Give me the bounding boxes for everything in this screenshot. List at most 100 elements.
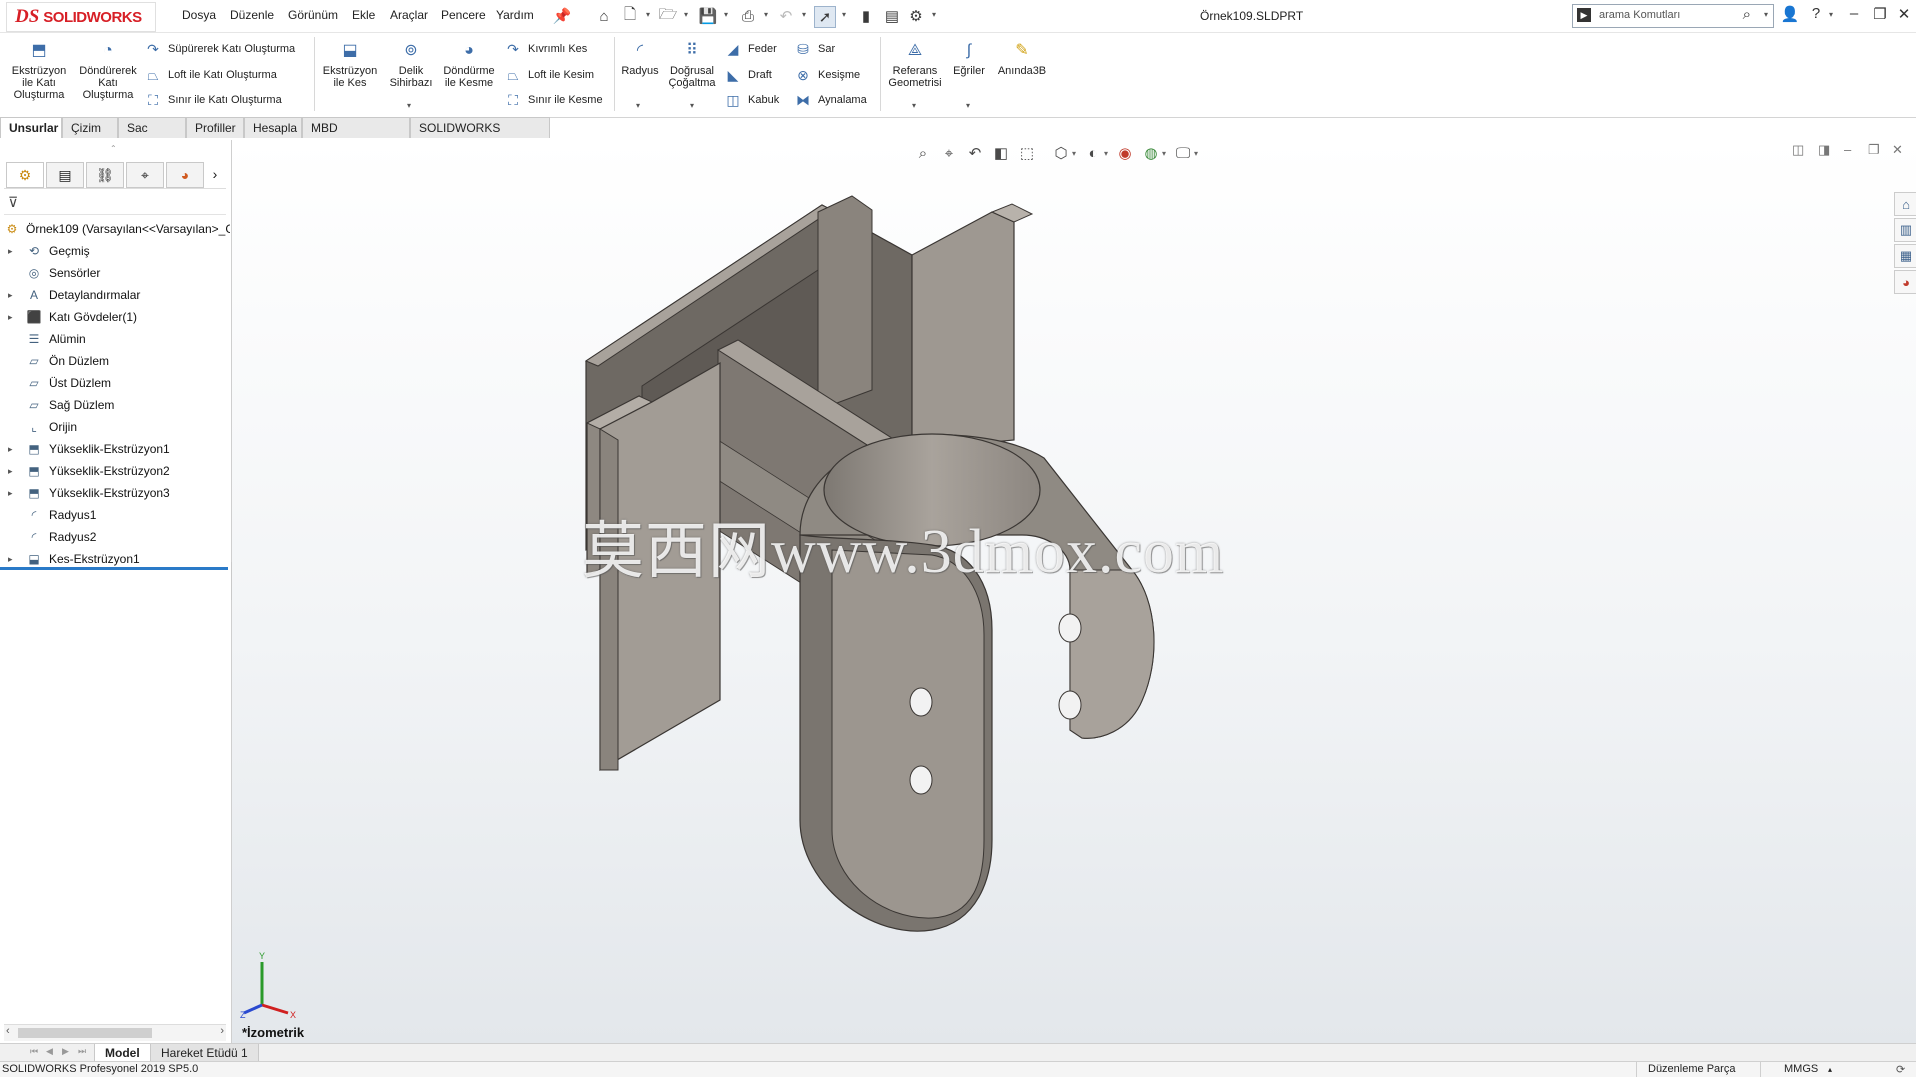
scroll-thumb[interactable] bbox=[18, 1028, 152, 1038]
tab-weldments[interactable]: Profiller bbox=[186, 117, 244, 138]
tree-item[interactable]: ▸ ⬒ Yükseklik-Ekstrüzyon3 bbox=[0, 482, 230, 504]
expand-arrow-icon[interactable]: ▸ bbox=[8, 240, 13, 262]
open-dropdown-icon[interactable]: ▾ bbox=[684, 10, 688, 19]
user-account-icon[interactable]: 👤 bbox=[1780, 5, 1800, 23]
tab-features[interactable]: Unsurlar bbox=[0, 117, 62, 138]
open-folder-icon[interactable]: 🗁 bbox=[658, 6, 678, 26]
search-icon[interactable]: ⌕ bbox=[1743, 6, 1751, 23]
tree-item[interactable]: ▸ ⬒ Yükseklik-Ekstrüzyon1 bbox=[0, 438, 230, 460]
reference-geometry-button[interactable]: ⟁ Referans Geometrisi bbox=[884, 37, 946, 90]
wrap-button[interactable]: ⛁ Sar bbox=[794, 39, 835, 59]
dimxpert-manager-tab-icon[interactable]: ⌖ bbox=[126, 162, 164, 188]
pin-icon[interactable]: 📌 bbox=[552, 6, 572, 26]
rebuild-icon[interactable]: ⟳ bbox=[1896, 1063, 1905, 1076]
print-dropdown-icon[interactable]: ▾ bbox=[764, 10, 768, 19]
swept-boss-button[interactable]: ↷ Süpürerek Katı Oluşturma bbox=[144, 39, 295, 59]
rib-button[interactable]: ◢ Feder bbox=[724, 39, 777, 59]
graphics-area[interactable]: ⌕ ⌖ ↶ ◧ ⬚ ⬡ ▾ ◐ ▾ ◉ ◍ ▾ 🖵 ▾ ◫ ◨ – ❐ ✕ ⌂ … bbox=[232, 140, 1916, 1043]
traffic-light-icon[interactable]: ▮ bbox=[856, 6, 876, 26]
search-commands-field[interactable]: ▶ arama Komutları ⌕ ▾ bbox=[1572, 4, 1774, 28]
tree-item[interactable]: ◜ Radyus2 bbox=[0, 526, 230, 548]
tree-item[interactable]: ▱ Sağ Düzlem bbox=[0, 394, 230, 416]
revolve-boss-button[interactable]: ◔ Döndürerek Katı Oluşturma bbox=[74, 37, 142, 102]
options-gear-icon[interactable]: ⚙ bbox=[906, 6, 926, 26]
solidworks-logo[interactable]: DS SOLIDWORKS bbox=[6, 2, 156, 32]
expand-arrow-icon[interactable]: ▸ bbox=[8, 482, 13, 504]
save-icon[interactable]: 💾 bbox=[698, 6, 718, 26]
tree-item[interactable]: ◜ Radyus1 bbox=[0, 504, 230, 526]
fillet-dropdown-icon[interactable]: ▾ bbox=[636, 101, 640, 110]
linear-pattern-dropdown-icon[interactable]: ▾ bbox=[690, 101, 694, 110]
new-dropdown-icon[interactable]: ▾ bbox=[646, 10, 650, 19]
rollback-bar[interactable] bbox=[0, 567, 228, 570]
tab-evaluate[interactable]: Hesapla bbox=[244, 117, 302, 138]
revolve-cut-button[interactable]: ◕ Döndürme ile Kesme bbox=[440, 37, 498, 90]
home-icon[interactable]: ⌂ bbox=[594, 6, 614, 26]
extrude-boss-button[interactable]: ⬒ Ekstrüzyon ile Katı Oluşturma bbox=[6, 37, 72, 102]
tab-sketch[interactable]: Çizim bbox=[62, 117, 118, 138]
units-dropdown-icon[interactable]: ▴ bbox=[1828, 1065, 1832, 1074]
tree-item[interactable]: ▸ ⟲ Geçmiş bbox=[0, 240, 230, 262]
loft-cut-button[interactable]: ⏢ Loft ile Kesim bbox=[504, 65, 594, 85]
menu-help[interactable]: Yardım bbox=[496, 8, 534, 22]
curves-button[interactable]: ∫ Eğriler bbox=[948, 37, 990, 78]
configuration-manager-tab-icon[interactable]: ⛓ bbox=[86, 162, 124, 188]
options-dropdown-icon[interactable]: ▾ bbox=[932, 10, 936, 19]
swept-cut-button[interactable]: ↷ Kıvrımlı Kes bbox=[504, 39, 587, 59]
feature-manager-tab-icon[interactable]: ⚙ bbox=[6, 162, 44, 188]
close-icon[interactable]: ✕ bbox=[1894, 5, 1914, 23]
expand-arrow-icon[interactable]: ▸ bbox=[8, 460, 13, 482]
display-manager-tab-icon[interactable]: ◕ bbox=[166, 162, 204, 188]
tree-item[interactable]: ◎ Sensörler bbox=[0, 262, 230, 284]
print-icon[interactable]: ⎙ bbox=[738, 6, 758, 26]
scroll-right-arrow-icon[interactable]: › bbox=[220, 1025, 224, 1037]
filter-icon[interactable]: ⊽ bbox=[8, 194, 18, 211]
draft-button[interactable]: ◣ Draft bbox=[724, 65, 772, 85]
menu-edit[interactable]: Düzenle bbox=[230, 8, 274, 22]
menu-file[interactable]: Dosya bbox=[182, 8, 216, 22]
previous-tab-arrow-icon[interactable]: ◀ bbox=[46, 1046, 53, 1057]
help-dropdown-icon[interactable]: ▾ bbox=[1829, 10, 1833, 19]
panel-horizontal-scrollbar[interactable]: ‹ › bbox=[4, 1024, 226, 1041]
tab-sheet-metal[interactable]: Sac Levha bbox=[118, 117, 186, 156]
select-cursor-icon[interactable]: ➚ bbox=[814, 6, 836, 28]
scroll-left-arrow-icon[interactable]: ‹ bbox=[6, 1025, 10, 1037]
tab-mbd-dimensions[interactable]: MBD Dimensions bbox=[302, 117, 410, 156]
loft-boss-button[interactable]: ⏢ Loft ile Katı Oluşturma bbox=[144, 65, 276, 85]
extrude-cut-button[interactable]: ⬓ Ekstrüzyon ile Kes bbox=[318, 37, 382, 90]
property-manager-tab-icon[interactable]: ▤ bbox=[46, 162, 84, 188]
more-tabs-chevron-icon[interactable]: › bbox=[206, 162, 224, 186]
new-document-icon[interactable]: 🗋 bbox=[620, 6, 640, 26]
undo-icon[interactable]: ↶ bbox=[776, 6, 796, 26]
intersect-button[interactable]: ⊗ Kesişme bbox=[794, 65, 860, 85]
expand-arrow-icon[interactable]: ▸ bbox=[8, 306, 13, 328]
reference-geometry-dropdown-icon[interactable]: ▾ bbox=[912, 101, 916, 110]
boundary-cut-button[interactable]: ⛶ Sınır ile Kesme bbox=[504, 90, 603, 110]
curves-dropdown-icon[interactable]: ▾ bbox=[966, 101, 970, 110]
minimize-icon[interactable]: – bbox=[1844, 5, 1864, 22]
instant3d-button[interactable]: ✎ Anında3B bbox=[994, 37, 1050, 78]
tree-item[interactable]: ▸ ⬛ Katı Gövdeler(1) bbox=[0, 306, 230, 328]
fillet-button[interactable]: ◜ Radyus bbox=[618, 37, 662, 78]
part-model-viewport[interactable] bbox=[232, 140, 1916, 1043]
mirror-button[interactable]: ⧓ Aynalama bbox=[794, 90, 867, 110]
file-properties-icon[interactable]: ▤ bbox=[882, 6, 902, 26]
tree-item[interactable]: ▸ ⬒ Yükseklik-Ekstrüzyon2 bbox=[0, 460, 230, 482]
search-dropdown-icon[interactable]: ▾ bbox=[1764, 10, 1768, 19]
tree-item[interactable]: ▱ Ön Düzlem bbox=[0, 350, 230, 372]
tab-solidworks-addins[interactable]: SOLIDWORKS Eklentileri bbox=[410, 117, 550, 156]
help-icon[interactable]: ? bbox=[1806, 5, 1826, 22]
save-dropdown-icon[interactable]: ▾ bbox=[724, 10, 728, 19]
units-selector[interactable]: MMGS bbox=[1784, 1063, 1818, 1075]
boundary-boss-button[interactable]: ⛶ Sınır ile Katı Oluşturma bbox=[144, 90, 282, 110]
select-dropdown-icon[interactable]: ▾ bbox=[842, 10, 846, 19]
undo-dropdown-icon[interactable]: ▾ bbox=[802, 10, 806, 19]
hole-wizard-button[interactable]: ⊚ Delik Sihirbazı bbox=[384, 37, 438, 90]
first-tab-arrow-icon[interactable]: ⏮ bbox=[30, 1046, 38, 1057]
expand-arrow-icon[interactable]: ▸ bbox=[8, 438, 13, 460]
last-tab-arrow-icon[interactable]: ⏭ bbox=[78, 1046, 86, 1057]
menu-window[interactable]: Pencere bbox=[441, 8, 486, 22]
tree-root-part[interactable]: ⚙ Örnek109 (Varsayılan<<Varsayılan>_G bbox=[0, 218, 230, 240]
hole-wizard-dropdown-icon[interactable]: ▾ bbox=[407, 101, 411, 110]
next-tab-arrow-icon[interactable]: ▶ bbox=[62, 1046, 69, 1057]
